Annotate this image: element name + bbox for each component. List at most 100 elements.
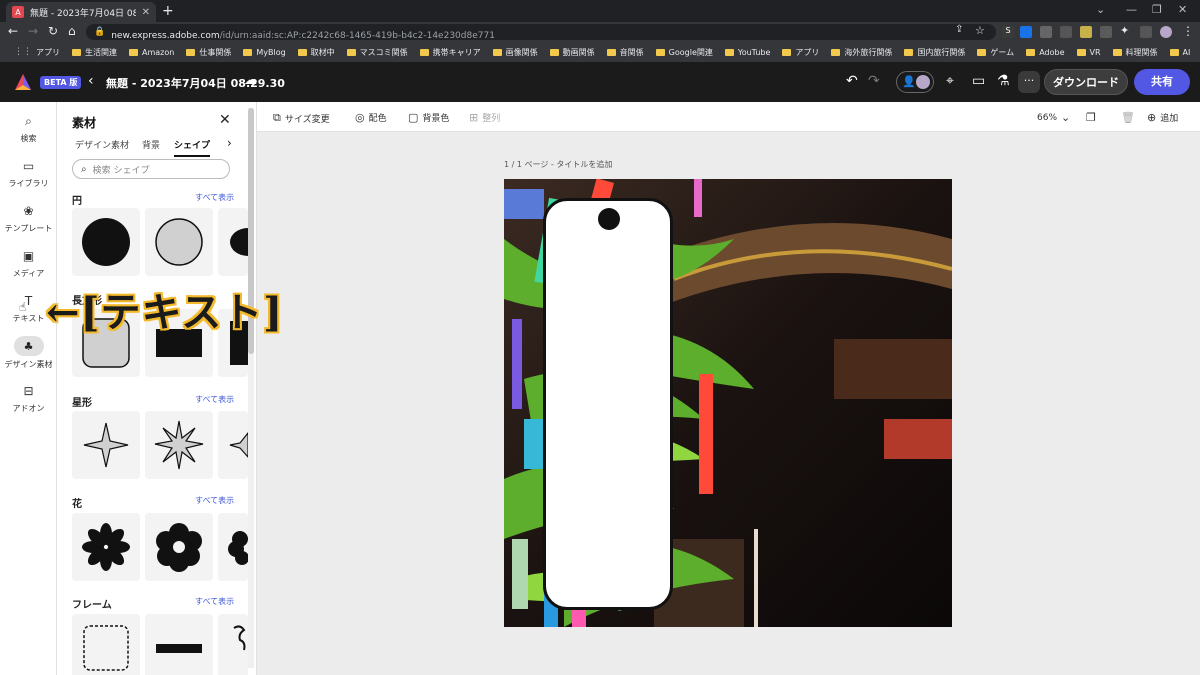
bookmark-folder[interactable]: YouTube [719,48,777,57]
shape-tile[interactable] [218,411,248,479]
rail-item-design-assets[interactable]: ♣ デザイン素材 [0,336,57,370]
close-window-icon[interactable]: ✕ [1178,3,1187,16]
bookmark-folder[interactable]: アプリ [776,47,825,58]
more-button[interactable]: ··· [1018,71,1040,93]
shape-tile[interactable] [72,614,140,675]
chevron-down-icon[interactable]: ⌄ [1096,3,1105,16]
bookmark-folder[interactable]: VR [1071,48,1107,57]
rail-item-templates[interactable]: ❀ テンプレート [0,204,57,234]
bookmark-folder[interactable]: マスコミ関係 [341,47,414,58]
bookmark-folder[interactable]: 携帯キャリア [414,47,487,58]
bookmark-folder[interactable]: Adobe [1020,48,1070,57]
bookmark-folder[interactable]: 生活関連 [66,47,123,58]
cloud-sync-icon[interactable]: ☁ [244,73,257,88]
rail-label: デザイン素材 [4,360,53,369]
bookmark-folder[interactable]: 料理関係 [1107,47,1164,58]
shape-tile[interactable] [145,614,213,675]
tab-shapes[interactable]: シェイプ [174,138,211,157]
bookmark-folder[interactable]: ゲーム [971,47,1020,58]
adobe-express-logo-icon[interactable] [14,73,32,91]
bookmark-folder[interactable]: 国内旅行関係 [898,47,971,58]
delete-button[interactable]: 🗑 [1121,111,1135,124]
background-color-button[interactable]: ▢ 背景色 [408,111,449,124]
shape-tile[interactable] [145,513,213,581]
zoom-select[interactable]: 66% ⌄ [1037,111,1070,124]
browser-tab[interactable]: A 無題 - 2023年7月04日 08.29.30 ✕ [6,2,156,22]
tab-design-assets[interactable]: デザイン素材 [75,138,129,151]
back-icon[interactable]: ← [8,24,18,38]
reload-icon[interactable]: ↻ [48,24,58,38]
side-panel-icon[interactable] [1140,26,1152,38]
close-icon[interactable]: ✕ [219,112,231,128]
see-all-link[interactable]: すべて表示 [195,394,234,405]
forward-icon[interactable]: → [28,24,38,38]
extension-s-icon[interactable]: S [1002,26,1014,38]
share-page-icon[interactable]: ⇪ [955,24,963,35]
shape-tile[interactable] [72,411,140,479]
maximize-icon[interactable]: ❐ [1152,3,1162,16]
arrange-button[interactable]: ⊞ 整列 [469,111,500,124]
see-all-link[interactable]: すべて表示 [195,596,234,607]
rail-item-addons[interactable]: ⊟ アドオン [0,384,57,414]
close-tab-icon[interactable]: ✕ [142,7,150,18]
profile-avatar[interactable] [1160,26,1172,38]
palette-icon: ◎ [355,111,365,124]
shape-tile[interactable] [218,513,248,581]
color-button[interactable]: ◎ 配色 [355,111,387,124]
bookmark-folder[interactable]: 取材中 [292,47,341,58]
collaborators[interactable]: 👤 [896,71,934,93]
download-button[interactable]: ダウンロード [1044,69,1128,95]
redo-icon[interactable]: ↷ [868,73,880,89]
tanzaku-tag-shape[interactable] [543,198,673,610]
shape-tile[interactable] [145,411,213,479]
bookmark-star-icon[interactable]: ☆ [975,24,985,37]
shape-search-input[interactable]: ⌕ 検索 シェイプ [72,159,230,179]
bookmark-folder[interactable]: 海外旅行関係 [825,47,898,58]
extension-screen-icon[interactable] [1100,26,1112,38]
extension-grey-icon[interactable] [1040,26,1052,38]
rail-item-search[interactable]: ⌕ 検索 [0,114,57,144]
comment-icon[interactable]: ▭ [972,73,985,89]
document-title[interactable]: 無題 - 2023年7月04日 08.29.30 [106,75,285,91]
bookmark-folder[interactable]: Google関連 [650,47,719,58]
flask-icon[interactable]: ⚗ [997,73,1010,89]
shape-tile[interactable] [72,513,140,581]
extension-rx-icon[interactable] [1060,26,1072,38]
home-icon[interactable]: ⌂ [68,24,76,38]
resize-button[interactable]: ⧉ サイズ変更 [273,111,330,125]
chevron-right-icon[interactable]: › [227,136,232,150]
bookmark-folder[interactable]: MyBlog [237,48,291,57]
shape-tile[interactable] [145,208,213,276]
bookmark-folder[interactable]: AI [1164,48,1197,57]
bookmark-folder[interactable]: 仕事関係 [180,47,237,58]
add-page-button[interactable]: ⊕ 追加 [1147,111,1178,124]
tab-background[interactable]: 背景 [142,138,160,151]
shape-tile[interactable] [218,614,248,675]
bookmark-label: アプリ [795,47,820,57]
pages-button[interactable]: ❐ [1086,111,1096,124]
undo-icon[interactable]: ↶ [846,73,858,89]
new-tab-icon[interactable]: + [162,3,174,19]
extension-blue-icon[interactable] [1020,26,1032,38]
bookmark-folder[interactable]: Amazon [123,48,180,57]
location-pin-icon[interactable]: ⌖ [946,73,954,89]
bookmark-apps[interactable]: ⋮⋮ アプリ [8,47,66,58]
bookmark-folder[interactable]: 動画関係 [544,47,601,58]
minimize-icon[interactable]: — [1126,3,1137,16]
address-bar[interactable]: 🔒 new.express.adobe.com/id/urn:aaid:sc:A… [86,24,996,41]
rail-item-media[interactable]: ▣ メディア [0,249,57,279]
share-button[interactable]: 共有 [1134,69,1190,95]
shape-tile[interactable] [72,208,140,276]
extensions-puzzle-icon[interactable]: ✦ [1120,24,1129,37]
page-label[interactable]: 1 / 1 ページ - タイトルを追加 [504,159,612,170]
rail-item-library[interactable]: ▭ ライブラリ [0,159,57,189]
extension-yellow-icon[interactable] [1080,26,1092,38]
see-all-link[interactable]: すべて表示 [195,192,234,203]
see-all-link[interactable]: すべて表示 [195,495,234,506]
chevron-left-icon[interactable]: ‹ [88,73,94,89]
bookmark-folder[interactable]: 音関係 [601,47,650,58]
shape-tile[interactable] [218,208,248,276]
bookmark-folder[interactable]: 画像関係 [487,47,544,58]
addon-icon: ⊟ [23,384,34,398]
browser-menu-icon[interactable]: ⋮ [1182,24,1194,38]
